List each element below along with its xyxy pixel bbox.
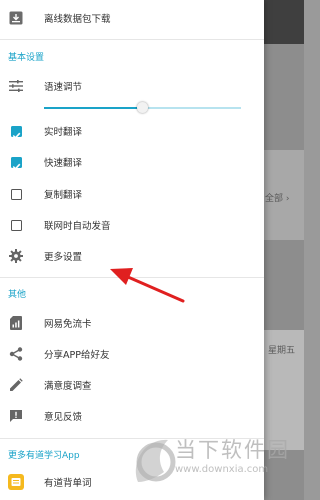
pencil-icon <box>8 377 24 393</box>
speech-speed-item: 语速调节 <box>0 72 264 100</box>
download-box-icon <box>8 10 24 26</box>
share-app-item[interactable]: 分享APP给好友 <box>0 340 264 368</box>
speed-slider-fill <box>44 107 143 109</box>
background-weekday: 星期五 <box>268 346 296 356</box>
watermark-url: www.downxia.com <box>175 464 269 475</box>
auto-pronounce-label: 联网时自动发音 <box>44 221 111 232</box>
speech-speed-label: 语速调节 <box>44 82 83 93</box>
feedback-label: 意见反馈 <box>44 412 83 423</box>
auto-pronounce-item[interactable]: 联网时自动发音 <box>0 211 264 239</box>
share-app-label: 分享APP给好友 <box>44 350 110 361</box>
feedback-icon <box>8 408 24 424</box>
speed-slider-thumb[interactable] <box>137 102 148 113</box>
quick-translate-label: 快速翻译 <box>44 158 83 169</box>
wordbook-app-label: 有道背单词 <box>44 478 92 489</box>
more-settings-item[interactable]: 更多设置 <box>0 242 264 270</box>
offline-download-label: 离线数据包下载 <box>44 14 111 25</box>
gear-icon <box>8 248 24 264</box>
navigation-drawer: 离线数据包下载 基本设置 语速调节 实时翻译 快速翻译 复制翻译 联网时自动发音… <box>0 0 264 500</box>
wordbook-app-icon <box>8 474 24 490</box>
more-settings-label: 更多设置 <box>44 252 83 263</box>
copy-translate-label: 复制翻译 <box>44 190 83 201</box>
quick-translate-checkbox[interactable] <box>10 156 22 170</box>
tune-icon <box>8 78 24 94</box>
realtime-translate-checkbox[interactable] <box>10 125 22 139</box>
satisfaction-survey-item[interactable]: 满意度调查 <box>0 371 264 399</box>
background-all-link: 全部 › <box>265 194 290 204</box>
free-data-card-item[interactable]: 网易免流卡 <box>0 309 264 337</box>
section-other: 其他 <box>8 290 27 300</box>
free-data-card-label: 网易免流卡 <box>44 319 92 330</box>
watermark-brand: 当下软件园 <box>175 438 290 462</box>
realtime-translate-item[interactable]: 实时翻译 <box>0 117 264 145</box>
share-icon <box>8 346 24 362</box>
divider <box>0 277 264 278</box>
divider <box>0 39 264 40</box>
copy-translate-checkbox[interactable] <box>10 188 22 200</box>
section-more-apps: 更多有道学习App <box>8 451 80 461</box>
auto-pronounce-checkbox[interactable] <box>10 219 22 231</box>
satisfaction-survey-label: 满意度调查 <box>44 381 92 392</box>
quick-translate-item[interactable]: 快速翻译 <box>0 148 264 176</box>
feedback-item[interactable]: 意见反馈 <box>0 402 264 430</box>
sim-card-icon <box>8 315 24 331</box>
offline-download-item[interactable]: 离线数据包下载 <box>0 4 264 32</box>
copy-translate-item[interactable]: 复制翻译 <box>0 180 264 208</box>
section-basic-settings: 基本设置 <box>8 53 45 63</box>
realtime-translate-label: 实时翻译 <box>44 127 83 138</box>
background-toolbar <box>262 0 304 44</box>
